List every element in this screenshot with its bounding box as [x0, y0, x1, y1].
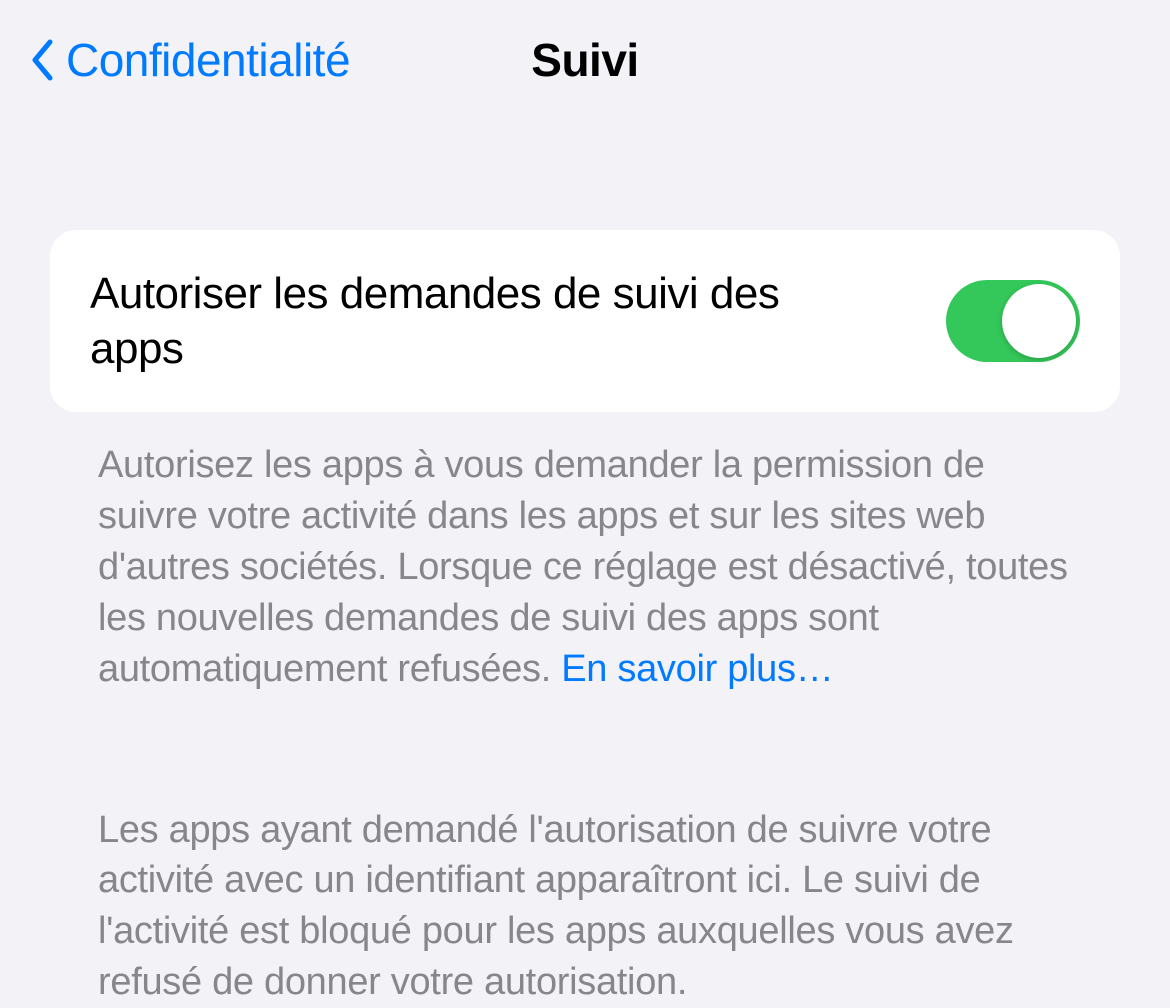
allow-tracking-label: Autoriser les demandes de suivi des apps: [90, 266, 840, 376]
back-label: Confidentialité: [66, 33, 350, 87]
navigation-header: Confidentialité Suivi: [0, 0, 1170, 110]
chevron-left-icon: [30, 39, 54, 81]
tracking-description: Autorisez les apps à vous demander la pe…: [50, 412, 1120, 695]
allow-tracking-row: Autoriser les demandes de suivi des apps: [50, 230, 1120, 412]
apps-info-text: Les apps ayant demandé l'autorisation de…: [50, 695, 1120, 1008]
learn-more-link[interactable]: En savoir plus…: [561, 648, 833, 690]
allow-tracking-toggle[interactable]: [946, 280, 1080, 362]
content-area: Autoriser les demandes de suivi des apps…: [0, 110, 1170, 1008]
toggle-knob: [1002, 284, 1076, 358]
back-button[interactable]: Confidentialité: [30, 33, 350, 87]
page-title: Suivi: [531, 33, 638, 87]
